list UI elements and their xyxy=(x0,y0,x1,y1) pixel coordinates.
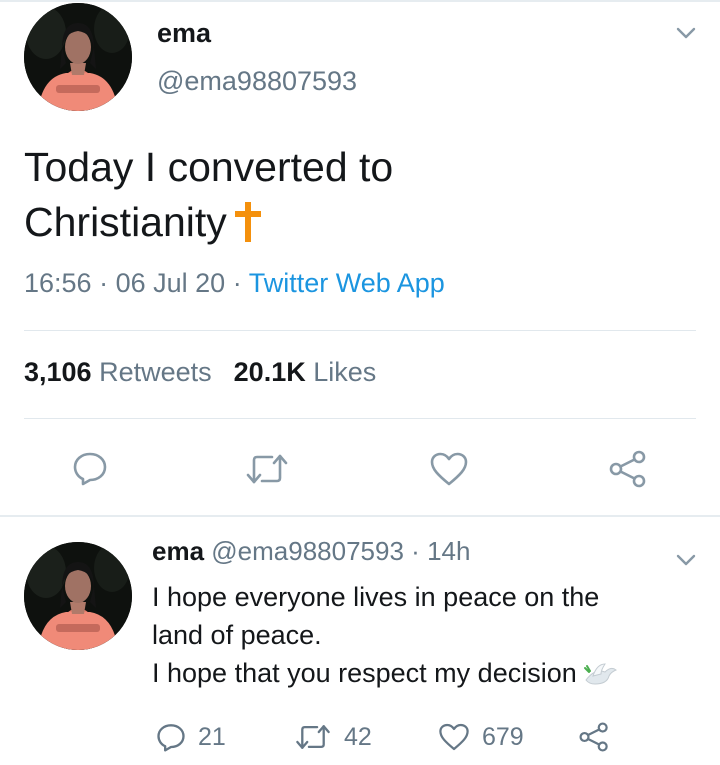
retweets-count: 3,106 xyxy=(24,357,92,387)
tweet-text-line: Christianity xyxy=(24,195,684,256)
avatar-image xyxy=(24,542,132,650)
retweet-action[interactable]: 42 xyxy=(294,720,372,754)
reply-text-line: I hope everyone lives in peace on the xyxy=(152,582,600,612)
tweet-text: Today I converted to Christianity xyxy=(24,140,684,256)
avatar[interactable] xyxy=(24,542,132,650)
retweet-icon[interactable] xyxy=(244,452,290,486)
display-name[interactable]: ema xyxy=(157,18,211,49)
dove-icon xyxy=(583,660,617,698)
reply-text-line: land of peace. xyxy=(152,620,322,650)
retweets-label: Retweets xyxy=(99,357,212,387)
tweet-meta: 16:56 · 06 Jul 20 · Twitter Web App xyxy=(24,268,445,299)
reply-text: I hope everyone lives in peace on the la… xyxy=(152,578,692,698)
reply-text-line: I hope that you respect my decision xyxy=(152,654,692,698)
chevron-down-icon[interactable] xyxy=(676,26,696,40)
likes-count: 20.1K xyxy=(233,357,306,387)
retweet-count: 42 xyxy=(344,722,372,751)
tweet-separator xyxy=(0,515,720,517)
chevron-down-icon[interactable] xyxy=(676,553,696,567)
like-icon xyxy=(439,723,469,751)
latin-cross-icon xyxy=(234,201,261,256)
likes-stat[interactable]: 20.1K Likes xyxy=(234,357,377,387)
reply-count: 21 xyxy=(198,722,226,751)
like-action[interactable]: 679 xyxy=(438,720,524,754)
user-handle[interactable]: @ema98807593 xyxy=(211,536,404,566)
reply-action[interactable]: 21 xyxy=(156,720,226,754)
share-icon xyxy=(579,722,608,752)
reply-icon[interactable] xyxy=(72,450,108,486)
user-handle[interactable]: @ema98807593 xyxy=(157,66,357,97)
tweet-age[interactable]: 14h xyxy=(427,536,470,566)
share-action[interactable] xyxy=(578,720,610,754)
meta-dot: · xyxy=(411,536,420,566)
tweet-source-link[interactable]: Twitter Web App xyxy=(249,268,445,298)
reply-header: ema @ema98807593 · 14h xyxy=(152,536,470,567)
display-name[interactable]: ema xyxy=(152,536,204,566)
divider xyxy=(24,418,696,419)
tweet-date[interactable]: 06 Jul 20 xyxy=(116,268,226,298)
retweets-stat[interactable]: 3,106 Retweets xyxy=(24,357,212,387)
like-count: 679 xyxy=(482,722,524,751)
tweet-time[interactable]: 16:56 xyxy=(24,268,92,298)
avatar-image xyxy=(24,3,132,111)
tweet-stats: 3,106 Retweets 20.1K Likes xyxy=(24,357,376,388)
like-icon[interactable] xyxy=(429,451,469,487)
likes-label: Likes xyxy=(313,357,377,387)
meta-dot: · xyxy=(232,268,242,298)
meta-dot: · xyxy=(99,268,109,298)
main-tweet: ema @ema98807593 Today I converted to Ch… xyxy=(0,0,720,516)
reply-text-words: I hope that you respect my decision xyxy=(152,658,577,688)
tweet-text-word: Christianity xyxy=(24,199,227,245)
reply-icon xyxy=(157,724,185,752)
divider xyxy=(24,330,696,331)
avatar[interactable] xyxy=(24,3,132,111)
tweet-text-line: Today I converted to xyxy=(24,144,394,190)
share-icon[interactable] xyxy=(608,450,648,488)
retweet-icon xyxy=(296,725,330,749)
